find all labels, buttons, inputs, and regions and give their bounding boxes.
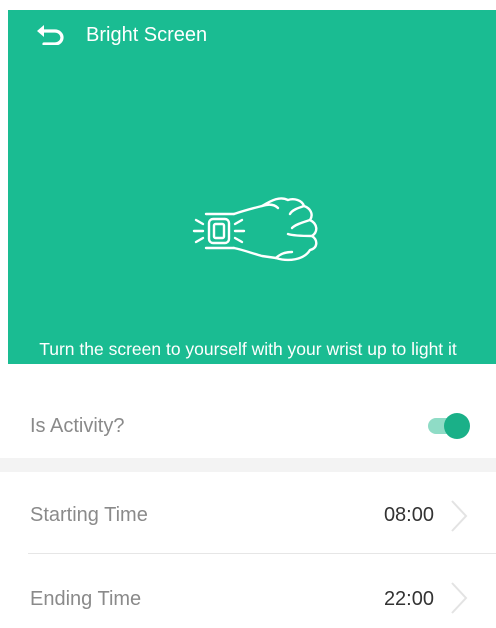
hero-banner: Bright Screen Turn the screen to yoursel… (8, 10, 496, 364)
back-arrow-icon (37, 25, 64, 45)
bright-screen-page: Bright Screen Turn the screen to yoursel… (0, 0, 496, 628)
ending-time-label: Ending Time (30, 588, 142, 610)
activity-toggle[interactable] (426, 413, 470, 439)
starting-time-row[interactable]: Starting Time 08:00 (0, 490, 496, 542)
page-title: Bright Screen (86, 24, 208, 46)
wrist-raise-watch-icon (192, 197, 318, 262)
chevron-right-icon[interactable] (448, 580, 470, 616)
back-button[interactable] (32, 20, 68, 48)
section-separator (0, 458, 496, 472)
toggle-knob (444, 413, 470, 439)
row-divider (28, 553, 496, 554)
top-bar: Bright Screen (8, 10, 496, 58)
activity-row: Is Activity? (0, 400, 496, 452)
ending-time-value: 22:00 (383, 588, 434, 610)
wrist-hint-text: Turn the screen to yourself with your wr… (39, 339, 457, 359)
starting-time-label: Starting Time (30, 504, 148, 526)
ending-time-row[interactable]: Ending Time 22:00 (0, 572, 496, 624)
chevron-right-icon[interactable] (448, 498, 470, 534)
activity-label: Is Activity? (30, 415, 125, 437)
starting-time-value: 08:00 (383, 504, 434, 526)
